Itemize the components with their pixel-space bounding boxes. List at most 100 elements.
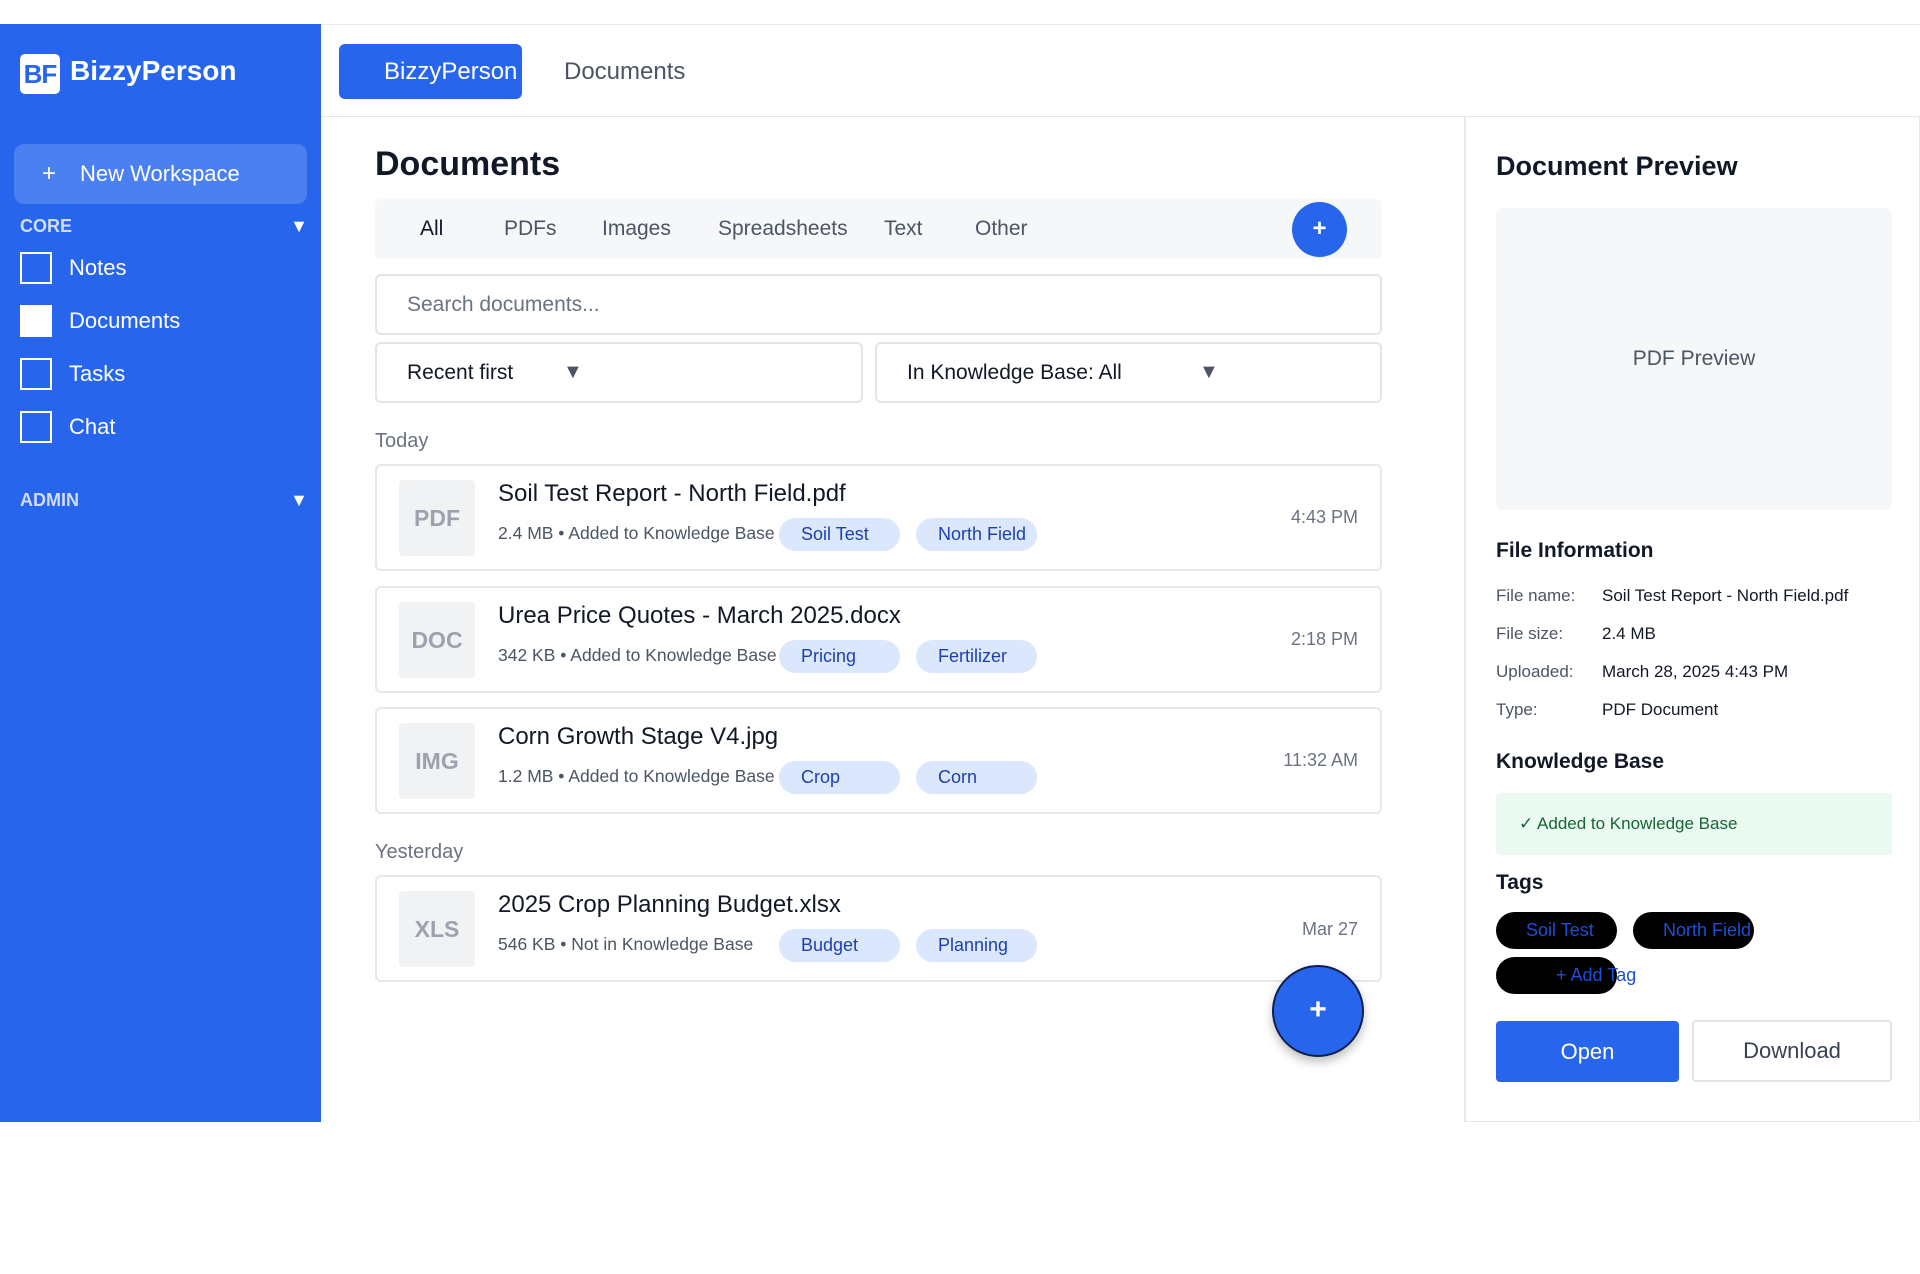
section-core[interactable]: CORE ▼	[20, 216, 308, 237]
new-workspace-button[interactable]: + New Workspace	[14, 144, 307, 204]
document-meta: 1.2 MB • Added to Knowledge Base	[498, 766, 775, 786]
file-info-key: Uploaded:	[1496, 662, 1574, 681]
file-info-row: File size: 2.4 MB	[1496, 624, 1656, 644]
pdf-file-icon: PDF	[399, 480, 475, 556]
pdf-preview-area: PDF Preview	[1496, 208, 1892, 510]
tags-heading: Tags	[1496, 871, 1544, 894]
filter-tab-images[interactable]: Images	[602, 199, 671, 259]
documents-main: Documents All PDFs Images Spreadsheets T…	[321, 117, 1464, 1122]
sidebar-item-label: Tasks	[69, 361, 126, 386]
file-info-row: Type: PDF Document	[1496, 700, 1718, 720]
add-tag-button[interactable]: + Add Tag	[1496, 957, 1636, 994]
caret-down-icon[interactable]: ▼	[290, 490, 308, 511]
sidebar-item-label: Notes	[69, 255, 127, 280]
doc-file-icon: DOC	[399, 602, 475, 678]
plus-icon: +	[42, 160, 57, 187]
document-time: 4:43 PM	[1290, 507, 1358, 527]
sidebar: BF BizzyPerson + New Workspace CORE ▼ No…	[0, 24, 321, 1122]
brand-logo: BF	[20, 54, 60, 94]
new-workspace-label: New Workspace	[80, 161, 240, 186]
document-tag[interactable]: North Field	[916, 518, 1037, 551]
document-name: 2025 Crop Planning Budget.xlsx	[498, 891, 841, 918]
filter-tab-text[interactable]: Text	[884, 199, 923, 259]
document-time: 2:18 PM	[1290, 629, 1358, 649]
page-title: Documents	[375, 145, 561, 183]
sidebar-item-notes[interactable]: Notes	[20, 252, 126, 284]
sidebar-item-label: Chat	[69, 414, 116, 439]
group-label-yesterday: Yesterday	[375, 841, 464, 863]
documents-icon	[20, 305, 52, 337]
filter-tab-all[interactable]: All	[420, 199, 443, 259]
document-tag[interactable]: Crop	[779, 761, 900, 794]
preview-tag[interactable]: North Field	[1633, 912, 1754, 949]
file-info-value: March 28, 2025 4:43 PM	[1602, 662, 1789, 681]
document-meta: 2.4 MB • Added to Knowledge Base	[498, 523, 775, 543]
chevron-down-icon: ▼	[1199, 361, 1219, 383]
file-info-row: Uploaded: March 28, 2025 4:43 PM	[1496, 662, 1788, 682]
file-info-row: File name: Soil Test Report - North Fiel…	[1496, 586, 1848, 606]
document-name: Soil Test Report - North Field.pdf	[498, 480, 846, 507]
tab-documents[interactable]: Documents	[564, 44, 685, 99]
document-row[interactable]: IMG Corn Growth Stage V4.jpg 1.2 MB • Ad…	[375, 707, 1382, 814]
document-row[interactable]: XLS 2025 Crop Planning Budget.xlsx 546 K…	[375, 875, 1382, 982]
add-document-button[interactable]: +	[1292, 202, 1347, 257]
sidebar-item-chat[interactable]: Chat	[20, 411, 115, 443]
document-tag[interactable]: Corn	[916, 761, 1037, 794]
tab-bizzyperson[interactable]: BizzyPerson	[339, 44, 522, 99]
filter-tab-other[interactable]: Other	[975, 199, 1028, 259]
search-input[interactable]	[375, 274, 1382, 335]
brand-name: BizzyPerson	[70, 55, 237, 86]
knowledge-base-heading: Knowledge Base	[1496, 750, 1665, 773]
document-tag[interactable]: Soil Test	[779, 518, 900, 551]
document-tag[interactable]: Budget	[779, 929, 900, 962]
document-row[interactable]: DOC Urea Price Quotes - March 2025.docx …	[375, 586, 1382, 693]
top-header: BizzyPerson Documents	[321, 24, 1920, 117]
document-name: Urea Price Quotes - March 2025.docx	[498, 602, 901, 629]
spreadsheet-file-icon: XLS	[399, 891, 475, 967]
document-meta: 546 KB • Not in Knowledge Base	[498, 934, 754, 954]
brand[interactable]: BF BizzyPerson	[20, 48, 237, 94]
open-button[interactable]: Open	[1496, 1021, 1679, 1082]
preview-tag[interactable]: Soil Test	[1496, 912, 1617, 949]
sidebar-item-tasks[interactable]: Tasks	[20, 358, 125, 390]
download-button[interactable]: Download	[1692, 1020, 1892, 1082]
sort-select-value: Recent first	[407, 361, 514, 384]
document-time: 11:32 AM	[1283, 750, 1358, 770]
knowledge-base-status: ✓ Added to Knowledge Base	[1496, 793, 1892, 855]
notes-icon	[20, 252, 52, 284]
document-row[interactable]: PDF Soil Test Report - North Field.pdf 2…	[375, 464, 1382, 571]
document-name: Corn Growth Stage V4.jpg	[498, 723, 779, 750]
section-core-label: CORE	[20, 216, 73, 236]
document-tag[interactable]: Pricing	[779, 640, 900, 673]
caret-down-icon[interactable]: ▼	[290, 216, 308, 237]
preview-title: Document Preview	[1496, 151, 1738, 181]
document-tag[interactable]: Fertilizer	[916, 640, 1037, 673]
file-information-heading: File Information	[1496, 539, 1654, 562]
chat-icon	[20, 411, 52, 443]
sidebar-item-label: Documents	[69, 308, 181, 333]
file-info-key: File size:	[1496, 624, 1564, 643]
file-info-value: PDF Document	[1602, 700, 1719, 719]
image-file-icon: IMG	[399, 723, 475, 799]
document-preview-panel: Document Preview PDF Preview File Inform…	[1464, 117, 1920, 1122]
app-window: BF BizzyPerson + New Workspace CORE ▼ No…	[0, 24, 1920, 1122]
sidebar-item-documents[interactable]: Documents	[20, 305, 180, 337]
file-info-key: Type:	[1496, 700, 1538, 719]
document-meta: 342 KB • Added to Knowledge Base	[498, 645, 777, 665]
sort-select[interactable]: Recent first ▼	[375, 342, 863, 403]
document-tag[interactable]: Planning	[916, 929, 1037, 962]
document-time: Mar 27	[1301, 919, 1358, 939]
group-label-today: Today	[375, 430, 429, 452]
chevron-down-icon: ▼	[563, 361, 583, 383]
section-admin[interactable]: ADMIN ▼	[20, 490, 308, 511]
file-info-key: File name:	[1496, 586, 1576, 605]
file-info-value: 2.4 MB	[1602, 624, 1656, 643]
filter-tab-spreadsheets[interactable]: Spreadsheets	[718, 199, 848, 259]
filter-tab-pdfs[interactable]: PDFs	[504, 199, 557, 259]
section-admin-label: ADMIN	[20, 490, 79, 510]
tasks-icon	[20, 358, 52, 390]
floating-add-button[interactable]: +	[1272, 965, 1364, 1057]
knowledge-base-filter-select[interactable]: In Knowledge Base: All ▼	[875, 342, 1382, 403]
kb-select-value: In Knowledge Base: All	[907, 361, 1122, 384]
file-info-value: Soil Test Report - North Field.pdf	[1602, 586, 1849, 605]
